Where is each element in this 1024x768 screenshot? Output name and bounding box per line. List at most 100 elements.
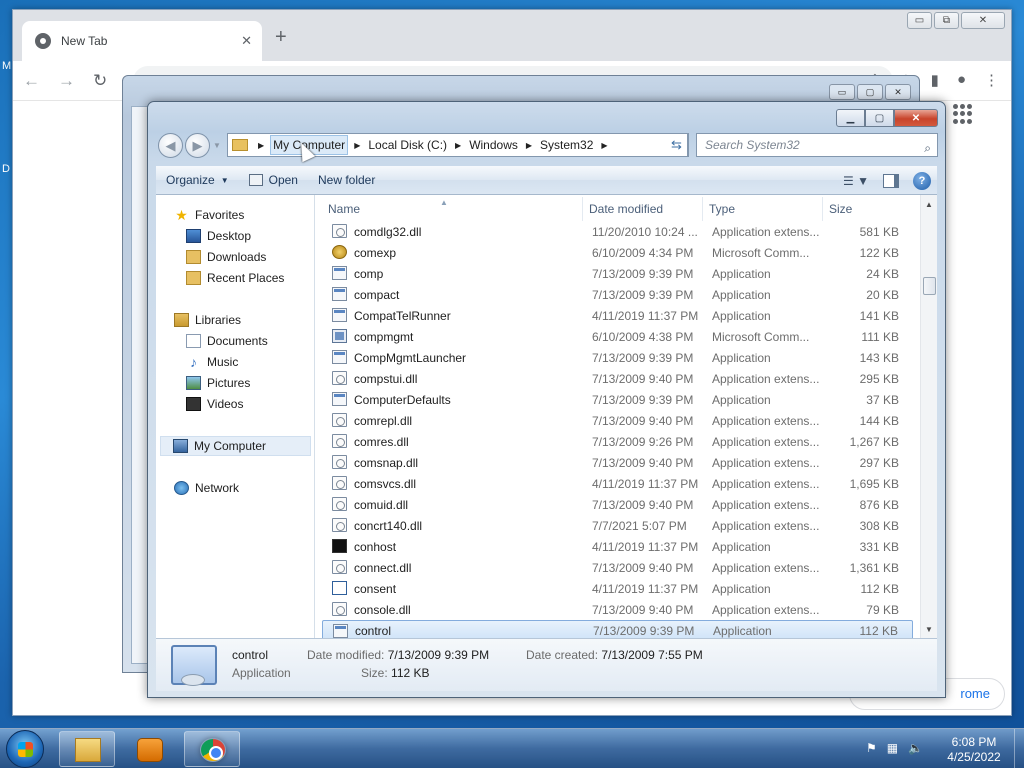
computer-icon <box>173 439 188 453</box>
close-tab-icon[interactable]: ✕ <box>241 33 252 49</box>
change-view-icon[interactable]: ☰ ▼ <box>843 174 869 188</box>
refresh-icon[interactable]: ⇆ <box>666 133 688 157</box>
file-row[interactable]: concrt140.dll 7/7/2021 5:07 PM Application… <box>322 515 913 536</box>
file-name: consent <box>354 581 397 596</box>
file-row[interactable]: CompatTelRunner 4/11/2019 11:37 PM Applica… <box>322 305 913 326</box>
file-name: console.dll <box>354 602 411 617</box>
file-row[interactable]: compmgmt 6/10/2009 4:38 PM Microsoft Comm.… <box>322 326 913 347</box>
forward-arrow-icon[interactable]: → <box>58 71 75 91</box>
taskbar-media-player-button[interactable] <box>121 731 177 767</box>
column-type[interactable]: Type <box>703 197 823 221</box>
file-type: Application extens... <box>712 602 820 617</box>
organize-button[interactable]: Organize ▼ <box>156 173 239 187</box>
scroll-down-icon[interactable]: ▼ <box>921 622 937 638</box>
desktop-label-fragment: D <box>2 163 10 175</box>
column-size[interactable]: Size <box>823 197 913 221</box>
system-tray: ⚑ ▦ 🔈 <box>866 741 923 755</box>
file-type: Application <box>712 350 771 365</box>
side-panel-icon[interactable]: ▮ <box>931 71 939 89</box>
file-row[interactable]: compact 7/13/2009 9:39 PM Application 20 KB <box>322 284 913 305</box>
file-row[interactable]: comexp 6/10/2009 4:34 PM Microsoft Comm...… <box>322 242 913 263</box>
explorer-minimize-button[interactable]: ▁ <box>836 109 865 127</box>
file-row[interactable]: comrepl.dll 7/13/2009 9:40 PM Application … <box>322 410 913 431</box>
new-tab-button[interactable]: + <box>275 26 287 49</box>
chrome-menu-icon[interactable]: ⋮ <box>984 71 999 89</box>
breadcrumb-local-disk[interactable]: Local Disk (C:) <box>366 135 449 155</box>
taskbar-chrome-button[interactable] <box>184 731 240 767</box>
explorer-close-button[interactable]: ✕ <box>894 109 938 127</box>
clock[interactable]: 6:08 PM 4/25/2022 <box>942 735 1006 765</box>
file-date-modified: 7/13/2009 9:39 PM <box>592 392 694 407</box>
file-row[interactable]: conhost 4/11/2019 11:37 PM Application 331 … <box>322 536 913 557</box>
pictures-icon <box>186 376 201 390</box>
file-row[interactable]: ComputerDefaults 7/13/2009 9:39 PM Applica… <box>322 389 913 410</box>
nav-network[interactable]: Network <box>174 478 239 498</box>
vertical-scrollbar[interactable]: ▲ ▼ <box>920 195 937 638</box>
bg-maximize-icon: ▢ <box>857 84 883 100</box>
close-button[interactable]: ✕ <box>961 12 1005 29</box>
file-row[interactable]: comuid.dll 7/13/2009 9:40 PM Application e… <box>322 494 913 515</box>
file-row[interactable]: comres.dll 7/13/2009 9:26 PM Application e… <box>322 431 913 452</box>
search-input[interactable]: Search System32 ⌕ <box>696 133 938 157</box>
action-center-icon[interactable]: ⚑ <box>866 741 877 755</box>
file-row[interactable]: comp 7/13/2009 9:39 PM Application 24 KB <box>322 263 913 284</box>
file-row[interactable]: consent 4/11/2019 11:37 PM Application 112 … <box>322 578 913 599</box>
explorer-maximize-button[interactable]: ▢ <box>865 109 894 127</box>
show-desktop-button[interactable] <box>1014 729 1024 768</box>
scroll-thumb[interactable] <box>923 277 936 295</box>
profile-avatar-icon[interactable]: ● <box>957 71 966 89</box>
nav-pictures[interactable]: Pictures <box>186 373 250 393</box>
scroll-up-icon[interactable]: ▲ <box>921 197 937 213</box>
nav-downloads[interactable]: Downloads <box>186 247 266 267</box>
volume-icon[interactable]: 🔈 <box>908 741 923 755</box>
nav-documents[interactable]: Documents <box>186 331 268 351</box>
forward-button[interactable]: ▶ <box>185 133 210 158</box>
file-name: ComputerDefaults <box>354 392 451 407</box>
file-date-modified: 7/13/2009 9:39 PM <box>592 266 694 281</box>
search-icon[interactable]: ⌕ <box>924 137 931 159</box>
consent-file-icon <box>332 581 347 595</box>
chrome-tab-new-tab[interactable]: New Tab ✕ <box>22 21 262 61</box>
taskbar-explorer-button[interactable] <box>59 731 115 767</box>
file-row[interactable]: compstui.dll 7/13/2009 9:40 PM Application… <box>322 368 913 389</box>
breadcrumb-windows[interactable]: Windows <box>467 135 520 155</box>
file-date-modified: 7/13/2009 9:40 PM <box>592 455 694 470</box>
back-button[interactable]: ◀ <box>158 133 183 158</box>
new-folder-button[interactable]: New folder <box>308 173 385 187</box>
column-name[interactable]: ▲ Name <box>322 197 583 221</box>
nav-desktop[interactable]: Desktop <box>186 226 251 246</box>
chrome-tabstrip: New Tab ✕ + ▭ ⧉ ✕ <box>13 10 1011 61</box>
file-date-modified: 7/13/2009 9:26 PM <box>592 434 694 449</box>
file-row[interactable]: comsvcs.dll 4/11/2019 11:37 PM Application… <box>322 473 913 494</box>
file-row[interactable]: console.dll 7/13/2009 9:40 PM Application … <box>322 599 913 620</box>
details-file-name: control <box>232 648 269 662</box>
nav-recent-places[interactable]: Recent Places <box>186 268 284 288</box>
file-row[interactable]: comsnap.dll 7/13/2009 9:40 PM Application … <box>322 452 913 473</box>
file-row[interactable]: comdlg32.dll 11/20/2010 10:24 ... Applicat… <box>322 221 913 242</box>
cmdic-file-icon <box>332 539 347 553</box>
file-date-modified: 7/13/2009 9:39 PM <box>593 623 695 638</box>
file-row[interactable]: CompMgmtLauncher 7/13/2009 9:39 PM Applica… <box>322 347 913 368</box>
minimize-button[interactable]: ▭ <box>907 12 932 29</box>
start-button[interactable] <box>6 730 44 768</box>
file-date-modified: 4/11/2019 11:37 PM <box>592 308 699 323</box>
nav-libraries[interactable]: Libraries <box>174 310 241 330</box>
file-type: Application extens... <box>712 224 820 239</box>
breadcrumb-system32[interactable]: System32 <box>538 135 595 155</box>
recent-pages-dropdown[interactable]: ▼ <box>212 133 222 158</box>
back-arrow-icon[interactable]: ← <box>23 71 40 91</box>
nav-my-computer[interactable]: My Computer <box>160 436 311 456</box>
preview-pane-icon[interactable] <box>883 173 899 188</box>
open-button[interactable]: Open <box>239 173 308 187</box>
nav-favorites[interactable]: ★ Favorites <box>174 205 244 225</box>
file-row[interactable]: connect.dll 7/13/2009 9:40 PM Application … <box>322 557 913 578</box>
nav-music[interactable]: ♪ Music <box>186 352 238 372</box>
file-type: Application <box>712 266 771 281</box>
column-date-modified[interactable]: Date modified <box>583 197 703 221</box>
restore-button[interactable]: ⧉ <box>934 12 959 29</box>
google-apps-icon[interactable] <box>953 104 973 124</box>
help-icon[interactable]: ? <box>913 171 931 190</box>
network-tray-icon[interactable]: ▦ <box>887 741 898 755</box>
reload-icon[interactable]: ↻ <box>93 71 107 91</box>
nav-videos[interactable]: Videos <box>186 394 243 414</box>
